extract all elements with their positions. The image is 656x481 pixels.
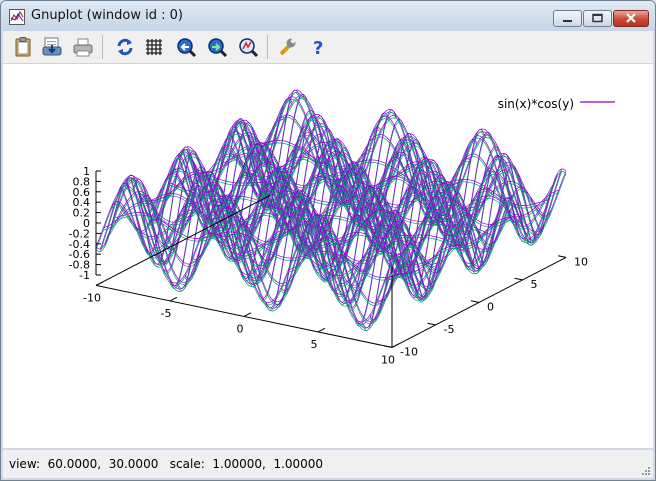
copy-to-clipboard-button[interactable]	[12, 36, 34, 58]
previous-zoom-button[interactable]	[175, 36, 197, 58]
y-tick-label: 0	[487, 300, 494, 313]
wrench-icon	[279, 38, 296, 56]
zoom-previous-icon	[177, 38, 197, 58]
printer-icon	[73, 38, 93, 57]
minimize-icon	[563, 20, 572, 22]
print-button[interactable]	[72, 36, 94, 58]
x-tick-label: 10	[381, 353, 395, 366]
y-tick-mark	[470, 300, 480, 303]
y-tick-mark	[557, 255, 567, 258]
title-bar[interactable]: Gnuplot (window id : 0)	[1, 1, 655, 31]
zoom-autoscale-icon	[239, 38, 259, 58]
gnuplot-window: Gnuplot (window id : 0) ? 1 0.8 0.6 0.4 …	[0, 0, 656, 481]
grid-button[interactable]	[144, 36, 166, 58]
toolbar-separator	[102, 35, 103, 59]
x-tick-mark	[317, 327, 326, 333]
y-tick-mark	[427, 322, 436, 326]
close-icon	[626, 13, 636, 23]
y-tick-label: -5	[444, 323, 455, 336]
status-bar: view: 60.0000, 30.0000 scale: 1.00000, 1…	[3, 449, 653, 478]
svg-text:?: ?	[313, 38, 323, 58]
options-button[interactable]	[277, 36, 299, 58]
minimize-button[interactable]	[553, 10, 582, 27]
save-button[interactable]	[41, 36, 63, 58]
x-tick-mark	[391, 343, 400, 348]
x-tick-mark	[243, 312, 252, 317]
gnuplot-app-icon	[9, 9, 25, 25]
save-icon	[42, 37, 62, 56]
surface-plot: 10.80.60.40.20-0.2-0.4-0.6-0.8-1-10-5051…	[69, 89, 615, 366]
y-tick-mark	[514, 277, 523, 281]
grid-icon	[146, 39, 162, 55]
close-button[interactable]	[613, 10, 649, 27]
toolbar-separator	[267, 35, 268, 59]
x-tick-mark	[95, 281, 104, 286]
legend-label: sin(x)*cos(y)	[498, 97, 574, 111]
zoom-next-icon	[208, 38, 228, 58]
x-tick-label: -10	[83, 291, 101, 304]
z-tick-label: -1	[79, 269, 90, 282]
y-tick-label: 10	[574, 255, 588, 268]
help-icon: ?	[313, 38, 323, 58]
x-tick-label: -5	[161, 307, 172, 320]
maximize-button[interactable]	[583, 10, 612, 27]
x-tick-label: 5	[311, 338, 318, 351]
window-title: Gnuplot (window id : 0)	[31, 8, 183, 23]
x-tick-label: 0	[237, 322, 244, 335]
refresh-icon	[117, 38, 133, 56]
resize-grip-icon[interactable]	[641, 466, 651, 476]
x-tick-mark	[169, 296, 178, 302]
y-tick-mark	[383, 345, 393, 348]
y-tick-label: 5	[531, 278, 538, 291]
y-tick-label: -10	[400, 345, 418, 358]
autoscale-button[interactable]	[237, 36, 259, 58]
status-text: view: 60.0000, 30.0000 scale: 1.00000, 1…	[9, 457, 324, 471]
help-button[interactable]: ?	[308, 36, 330, 58]
toolbar: ?	[3, 31, 653, 64]
legend: sin(x)*cos(y)	[498, 97, 615, 111]
maximize-icon	[592, 13, 603, 23]
clipboard-icon	[15, 37, 31, 57]
next-zoom-button[interactable]	[206, 36, 228, 58]
plot-area[interactable]: 1 0.8 0.6 0.4 0.2 0 -0.2 -0.4 -0.6 -0.8 -1 -10 -5 0 5 1…	[3, 64, 653, 448]
replot-button[interactable]	[114, 36, 136, 58]
